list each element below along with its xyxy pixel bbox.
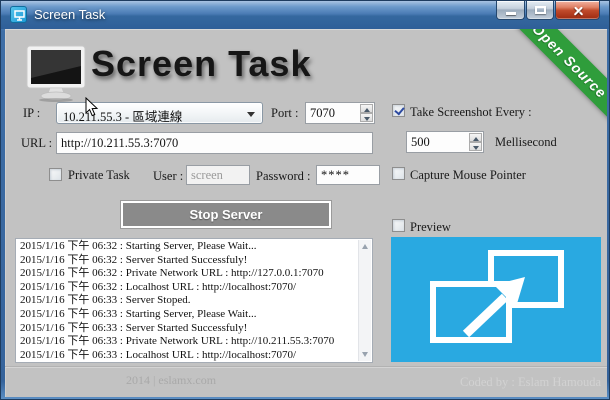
spin-up-icon[interactable] <box>469 133 482 142</box>
maximize-icon <box>535 6 546 14</box>
private-task-label: Private Task <box>68 168 130 182</box>
footer-divider <box>5 367 607 368</box>
port-field-group <box>305 102 375 124</box>
log-scrollbar[interactable] <box>358 240 371 361</box>
ip-dropdown-value: 10.211.55.3 - 區域連線 <box>63 110 183 124</box>
log-line: 2015/1/16 下午 06:33 : Starting Server, Pl… <box>20 307 257 320</box>
user-input <box>186 165 250 185</box>
preview-label: Preview <box>410 220 451 234</box>
scroll-down-icon[interactable] <box>359 348 372 361</box>
log-line: 2015/1/16 下午 06:33 : Server Started Succ… <box>20 321 248 334</box>
spin-down-icon[interactable] <box>469 142 482 151</box>
preview-panel <box>391 237 601 362</box>
minimize-icon <box>506 12 516 15</box>
take-screenshot-checkbox[interactable] <box>392 104 405 117</box>
footer-credit-author: Coded by : Eslam Hamouda <box>460 375 601 389</box>
chevron-down-icon <box>247 112 255 117</box>
ip-dropdown[interactable]: 10.211.55.3 - 區域連線 <box>56 102 263 124</box>
interval-unit-label: Mellisecond <box>495 135 557 149</box>
log-line: 2015/1/16 下午 06:33 : Server Stoped. <box>20 294 191 307</box>
capture-mouse-label: Capture Mouse Pointer <box>410 168 526 182</box>
interval-field-group <box>406 131 484 153</box>
log-line: 2015/1/16 下午 06:33 : Private Network URL… <box>20 335 335 348</box>
screen-task-window: Screen Task Screen Task Open Source IP:… <box>0 0 610 400</box>
port-spinner <box>360 104 373 122</box>
close-button[interactable] <box>555 1 600 20</box>
ribbon-corner: Open Source <box>477 29 607 149</box>
password-label: Password : <box>256 169 311 183</box>
url-label: URL : <box>21 136 53 150</box>
window-title: Screen Task <box>34 7 106 22</box>
spin-up-icon[interactable] <box>360 104 373 113</box>
titlebar[interactable]: Screen Task <box>1 1 609 29</box>
user-label: User : <box>153 169 184 183</box>
port-label: Port : <box>271 106 299 120</box>
log-line: 2015/1/16 下午 06:32 : Private Network URL… <box>20 267 324 280</box>
footer-credit-site: 2014 | eslamx.com <box>125 373 217 387</box>
app-logo-title: Screen Task <box>91 43 312 84</box>
log-line: 2015/1/16 下午 06:33 : Localhost URL : htt… <box>20 348 297 361</box>
url-input[interactable] <box>56 132 373 154</box>
minimize-button[interactable] <box>496 1 525 20</box>
private-task-checkbox[interactable] <box>49 168 62 181</box>
app-icon <box>10 6 27 23</box>
capture-mouse-checkbox[interactable] <box>392 167 405 180</box>
log-line: 2015/1/16 下午 06:32 : Localhost URL : htt… <box>20 280 297 293</box>
window-controls <box>495 1 600 20</box>
server-log[interactable]: 2015/1/16 下午 06:32 : Starting Server, Pl… <box>15 238 373 363</box>
screen-share-icon <box>430 250 564 343</box>
preview-checkbox[interactable] <box>392 219 405 232</box>
ip-label: IP : <box>23 106 41 120</box>
password-input[interactable] <box>316 165 380 185</box>
spin-down-icon[interactable] <box>360 113 373 122</box>
stop-server-button[interactable]: Stop Server <box>120 200 332 229</box>
maximize-button[interactable] <box>526 1 554 20</box>
scroll-up-icon[interactable] <box>359 240 372 253</box>
open-source-ribbon: Open Source <box>489 29 607 141</box>
monitor-logo-icon <box>25 44 87 107</box>
log-line: 2015/1/16 下午 06:32 : Server Started Succ… <box>20 253 248 266</box>
client-area: Screen Task Open Source IP : 10.211.55.3… <box>5 29 607 397</box>
interval-spinner <box>469 133 482 151</box>
close-icon <box>573 5 584 16</box>
log-line: 2015/1/16 下午 06:32 : Starting Server, Pl… <box>20 240 257 252</box>
take-screenshot-label: Take Screenshot Every : <box>410 105 532 119</box>
